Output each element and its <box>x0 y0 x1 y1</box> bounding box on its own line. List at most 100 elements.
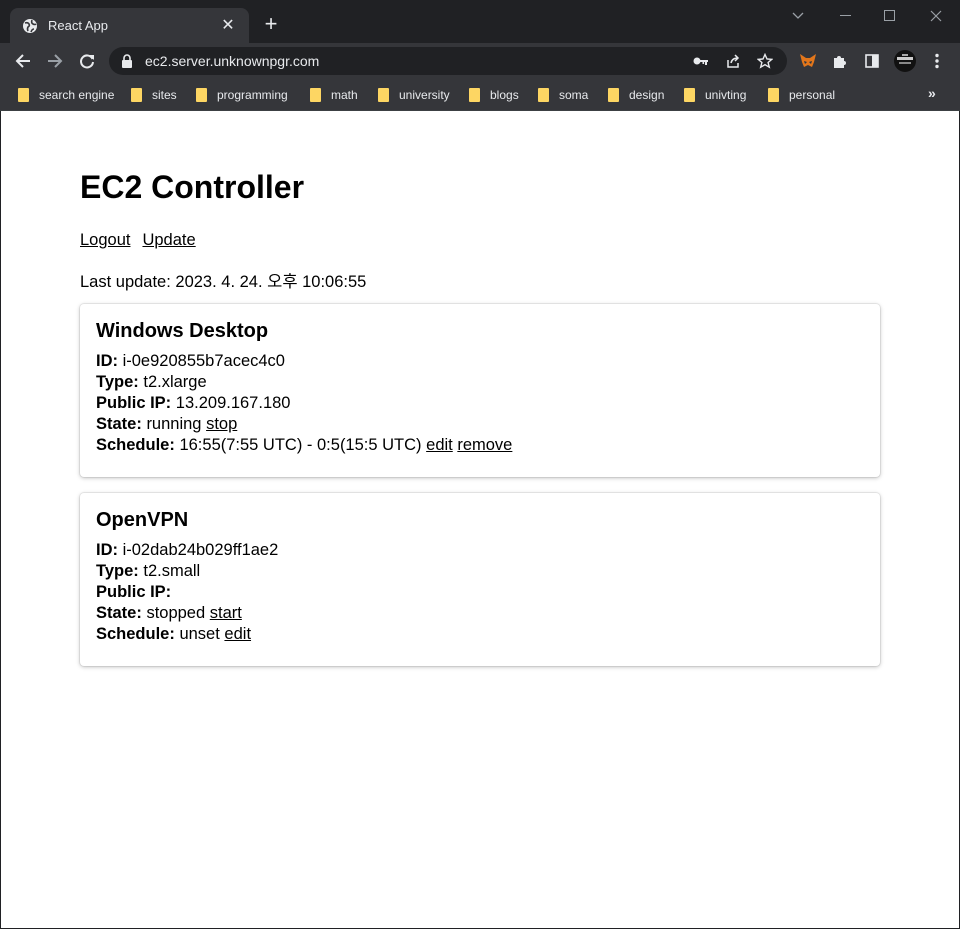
instance-state: stopped <box>146 604 206 622</box>
start-link[interactable]: start <box>210 604 242 622</box>
instance-schedule: 16:55(7:55 UTC) - 0:5(15:5 UTC) <box>179 436 422 454</box>
page-title: EC2 Controller <box>80 169 305 205</box>
last-update-text: Last update: 2023. 4. 24. 오후 10:06:55 <box>80 273 367 291</box>
remove-schedule-link[interactable]: remove <box>457 436 512 454</box>
instance-card: Windows Desktop ID: i-0e920855b7acec4c0 … <box>80 304 880 477</box>
page-viewport: EC2 Controller Logout Update Last update… <box>1 111 959 928</box>
update-link[interactable]: Update <box>142 231 195 250</box>
instance-ip-row: Public IP: 13.209.167.180 <box>96 393 864 414</box>
folder-icon <box>18 88 29 102</box>
bookmark-folder[interactable]: blogs <box>469 85 519 105</box>
metamask-fox-icon[interactable] <box>798 51 818 71</box>
instance-card: OpenVPN ID: i-02dab24b029ff1ae2 Type: t2… <box>80 493 880 666</box>
instance-state-row: State: stopped start <box>96 603 864 624</box>
field-label: ID: <box>96 352 118 370</box>
logout-link[interactable]: Logout <box>80 231 130 250</box>
folder-icon <box>469 88 480 102</box>
instance-state: running <box>146 415 202 433</box>
side-panel-icon[interactable] <box>862 51 882 71</box>
lock-icon[interactable] <box>121 53 135 69</box>
bookmark-label: sites <box>152 88 177 102</box>
bookmark-folder[interactable]: univting <box>684 85 746 105</box>
bookmark-label: univting <box>705 88 747 102</box>
bookmark-label: math <box>331 88 358 102</box>
instance-id: i-0e920855b7acec4c0 <box>122 352 285 370</box>
profile-avatar[interactable] <box>893 49 917 73</box>
folder-icon <box>608 88 619 102</box>
bookmark-label: search engine <box>39 88 115 102</box>
bookmark-folder[interactable]: university <box>378 85 450 105</box>
folder-icon <box>196 88 207 102</box>
bookmark-folder[interactable]: math <box>310 85 358 105</box>
back-arrow-icon[interactable] <box>11 49 35 73</box>
field-label: Type: <box>96 373 139 391</box>
bookmark-label: programming <box>217 88 288 102</box>
tab-close-icon[interactable]: ✕ <box>219 17 237 35</box>
globe-icon <box>22 18 38 34</box>
forward-arrow-icon[interactable] <box>43 49 67 73</box>
title-bar: React App ✕ + <box>0 0 960 43</box>
browser-tab[interactable]: React App ✕ <box>10 8 249 43</box>
folder-icon <box>378 88 389 102</box>
tab-search-icon[interactable] <box>783 6 813 26</box>
folder-icon <box>538 88 549 102</box>
bookmark-folder[interactable]: personal <box>768 85 835 105</box>
action-links: Logout Update <box>80 231 196 250</box>
reload-icon[interactable] <box>75 49 99 73</box>
folder-icon <box>684 88 695 102</box>
bookmark-label: soma <box>559 88 589 102</box>
field-label: Type: <box>96 562 139 580</box>
instance-schedule: unset <box>179 625 220 643</box>
instance-name: OpenVPN <box>96 509 189 531</box>
bookmark-label: blogs <box>490 88 519 102</box>
tab-title: React App <box>48 18 108 33</box>
folder-icon <box>768 88 779 102</box>
field-label: State: <box>96 415 142 433</box>
stop-link[interactable]: stop <box>206 415 237 433</box>
instance-schedule-row: Schedule: unset edit <box>96 624 864 645</box>
instance-id-row: ID: i-02dab24b029ff1ae2 <box>96 540 864 561</box>
address-bar[interactable]: ec2.server.unknownpgr.com <box>109 47 787 75</box>
share-icon[interactable] <box>723 51 743 71</box>
instance-id: i-02dab24b029ff1ae2 <box>122 541 279 559</box>
instance-schedule-row: Schedule: 16:55(7:55 UTC) - 0:5(15:5 UTC… <box>96 435 864 456</box>
field-label: Public IP: <box>96 583 172 601</box>
field-label: Schedule: <box>96 625 175 643</box>
extensions-puzzle-icon[interactable] <box>830 51 850 71</box>
bookmark-label: university <box>399 88 450 102</box>
bookmark-folder[interactable]: programming <box>196 85 288 105</box>
instance-type-row: Type: t2.small <box>96 561 864 582</box>
edit-schedule-link[interactable]: edit <box>426 436 453 454</box>
bookmark-folder[interactable]: search engine <box>18 85 114 105</box>
field-label: Schedule: <box>96 436 175 454</box>
instance-type: t2.small <box>143 562 201 580</box>
kebab-menu-icon[interactable] <box>927 51 947 71</box>
bookmarks-overflow-icon[interactable]: » <box>928 85 936 101</box>
key-icon[interactable] <box>691 51 711 71</box>
instance-ip-row: Public IP: <box>96 582 864 603</box>
url-text[interactable]: ec2.server.unknownpgr.com <box>145 53 691 69</box>
star-icon[interactable] <box>755 51 775 71</box>
browser-toolbar: ec2.server.unknownpgr.com <box>0 43 960 79</box>
instance-state-row: State: running stop <box>96 414 864 435</box>
minimize-icon[interactable] <box>831 6 861 26</box>
new-tab-button[interactable]: + <box>260 13 282 35</box>
bookmark-label: design <box>629 88 665 102</box>
maximize-icon[interactable] <box>875 6 905 26</box>
field-label: State: <box>96 604 142 622</box>
folder-icon <box>310 88 321 102</box>
instance-id-row: ID: i-0e920855b7acec4c0 <box>96 351 864 372</box>
close-window-icon[interactable] <box>921 6 951 26</box>
bookmark-folder[interactable]: soma <box>538 85 588 105</box>
instance-public-ip: 13.209.167.180 <box>175 394 291 412</box>
edit-schedule-link[interactable]: edit <box>224 625 251 643</box>
folder-icon <box>131 88 142 102</box>
field-label: ID: <box>96 541 118 559</box>
bookmarks-bar: search engine sites programming math uni… <box>0 79 960 111</box>
instance-type-row: Type: t2.xlarge <box>96 372 864 393</box>
field-label: Public IP: <box>96 394 172 412</box>
bookmark-folder[interactable]: design <box>608 85 664 105</box>
bookmark-folder[interactable]: sites <box>131 85 177 105</box>
instance-type: t2.xlarge <box>143 373 207 391</box>
instance-name: Windows Desktop <box>96 320 269 342</box>
